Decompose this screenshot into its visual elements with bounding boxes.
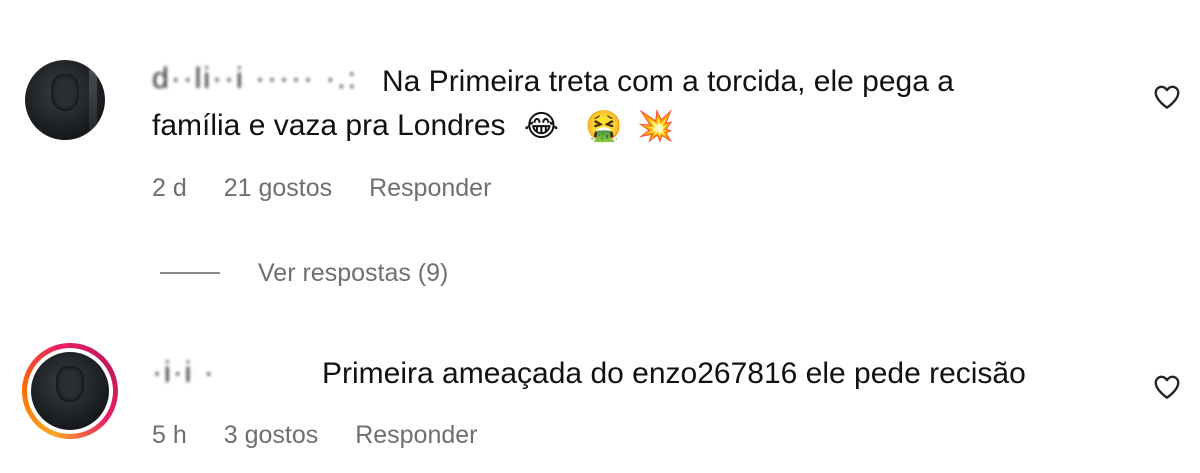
comment-text-line2: família e vaza pra Londres [152, 109, 506, 142]
likes-count[interactable]: 21 gostos [224, 174, 332, 202]
heart-outline-icon[interactable] [1152, 82, 1182, 112]
username[interactable]: ·i·i · [152, 356, 216, 390]
comment-time: 2 d [152, 174, 187, 202]
avatar[interactable] [25, 60, 105, 140]
avatar-face [55, 366, 85, 402]
reply-button[interactable]: Responder [355, 421, 477, 449]
comment-text: Primeira ameaçada do enzo267816 ele pede… [322, 357, 1026, 390]
comment-text: Na Primeira treta com a torcida, ele peg… [382, 65, 954, 98]
reply-button[interactable]: Responder [369, 174, 491, 202]
view-replies-button[interactable]: Ver respostas (9) [258, 259, 448, 288]
likes-count[interactable]: 3 gostos [224, 421, 319, 449]
comment-time: 5 h [152, 421, 187, 449]
vomiting-emoji-icon: 🤮 [585, 110, 623, 144]
avatar[interactable] [31, 352, 109, 430]
collision-emoji-icon: 💥 [636, 110, 675, 144]
laughing-emoji-icon: 😂 [523, 110, 559, 144]
avatar-face [50, 74, 80, 112]
username[interactable]: d··li··i ····· ·.: [152, 62, 358, 96]
heart-outline-icon[interactable] [1152, 372, 1182, 402]
comment-text-continued: família e vaza pra Londres 😂 🤮 💥 [152, 104, 674, 149]
avatar-background [89, 68, 97, 132]
comment-meta: 5 h 3 gostos Responder [152, 421, 508, 450]
view-replies-divider [160, 272, 220, 274]
comment-meta: 2 d 21 gostos Responder [152, 174, 521, 203]
